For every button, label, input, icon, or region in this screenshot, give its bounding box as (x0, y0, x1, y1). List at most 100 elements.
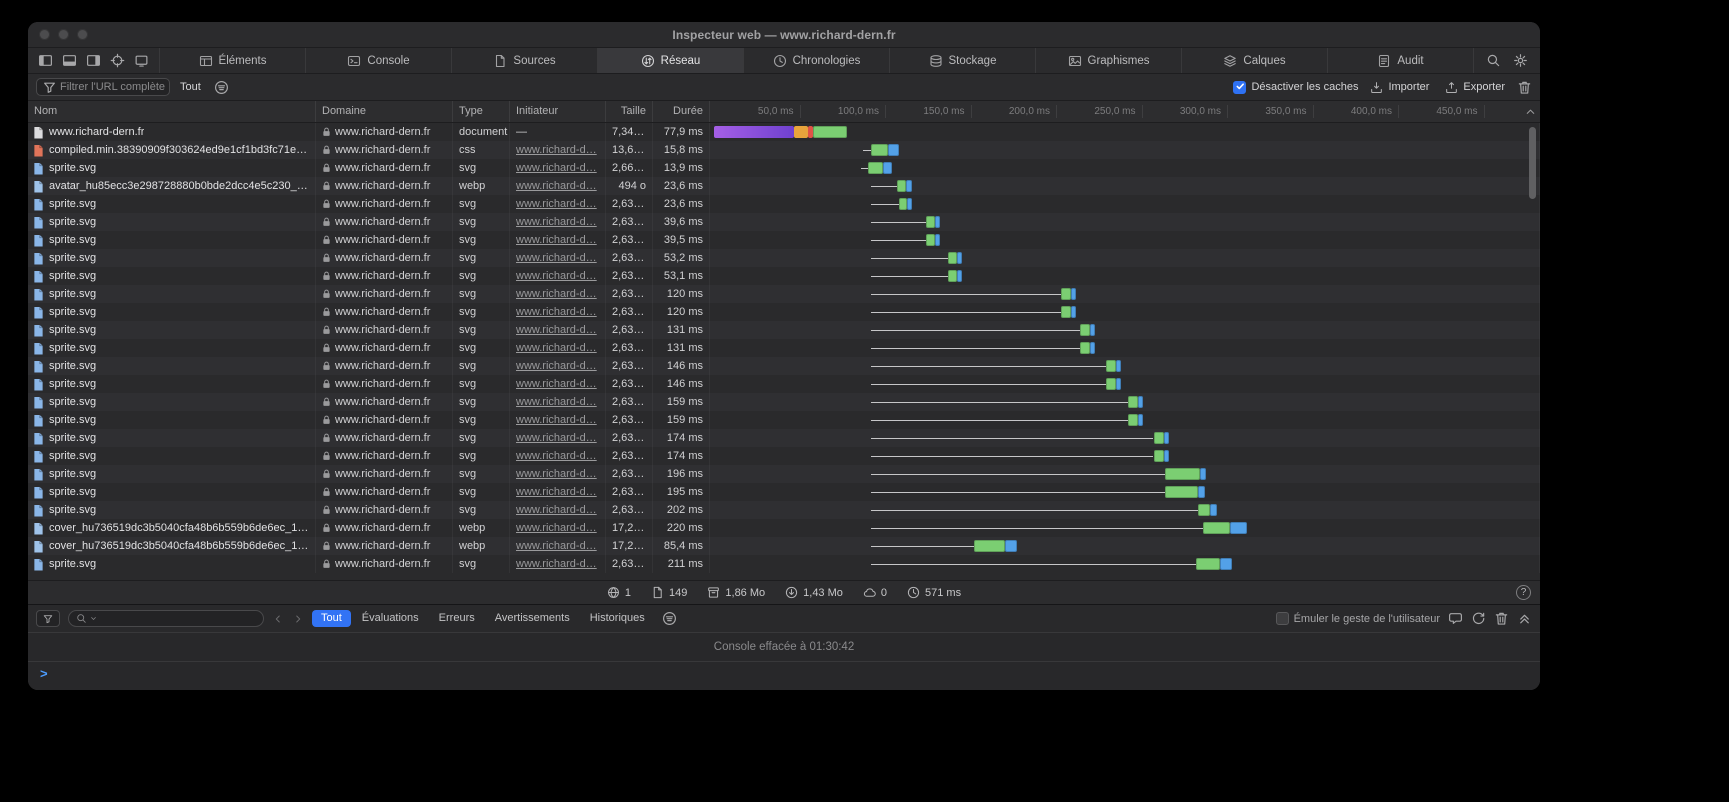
collapse-console-icon[interactable] (1517, 611, 1532, 626)
network-request-row[interactable]: sprite.svgwww.richard-dern.frsvgwww.rich… (28, 357, 1540, 375)
tab-audit[interactable]: Audit (1327, 48, 1473, 73)
initiator-link[interactable]: www.richard-d… (516, 198, 597, 210)
initiator-link[interactable]: www.richard-d… (516, 324, 597, 336)
column-header-domaine[interactable]: Domaine (316, 101, 453, 122)
tab-sources[interactable]: Sources (451, 48, 597, 73)
network-request-row[interactable]: sprite.svgwww.richard-dern.frsvgwww.rich… (28, 447, 1540, 465)
initiator-link[interactable]: www.richard-d… (516, 396, 597, 408)
initiator-link[interactable]: www.richard-d… (516, 468, 597, 480)
initiator-link[interactable]: www.richard-d… (516, 306, 597, 318)
initiator-link[interactable]: www.richard-d… (516, 252, 597, 264)
tab-calques[interactable]: Calques (1181, 48, 1327, 73)
search-icon[interactable] (1486, 53, 1501, 68)
network-request-row[interactable]: sprite.svgwww.richard-dern.frsvgwww.rich… (28, 393, 1540, 411)
dock-left-icon[interactable] (38, 53, 53, 68)
next-result-button[interactable] (292, 613, 304, 625)
network-request-row[interactable]: sprite.svgwww.richard-dern.frsvgwww.rich… (28, 249, 1540, 267)
tab-console[interactable]: Console (305, 48, 451, 73)
scrollbar-thumb[interactable] (1529, 127, 1536, 199)
console-tab-tout[interactable]: Tout (312, 610, 351, 627)
network-request-row[interactable]: sprite.svgwww.richard-dern.frsvgwww.rich… (28, 501, 1540, 519)
responsive-mode-icon[interactable] (134, 53, 149, 68)
url-filter-input[interactable]: Filtrer l'URL complète (36, 78, 170, 96)
tab-reseau[interactable]: Réseau (597, 48, 743, 73)
console-prompt[interactable]: > (28, 662, 1540, 684)
minimize-button[interactable] (58, 29, 69, 40)
console-filter-options-button[interactable] (662, 611, 677, 626)
initiator-link[interactable]: www.richard-d… (516, 558, 597, 570)
previous-result-button[interactable] (272, 613, 284, 625)
reload-icon[interactable] (1471, 611, 1486, 626)
initiator-link[interactable]: www.richard-d… (516, 162, 597, 174)
network-request-row[interactable]: sprite.svgwww.richard-dern.frsvgwww.rich… (28, 555, 1540, 573)
initiator-link[interactable]: www.richard-d… (516, 540, 597, 552)
network-request-row[interactable]: sprite.svgwww.richard-dern.frsvgwww.rich… (28, 303, 1540, 321)
tab-chronologies[interactable]: Chronologies (743, 48, 889, 73)
initiator-link[interactable]: www.richard-d… (516, 288, 597, 300)
console-tab-evaluations[interactable]: Évaluations (353, 610, 428, 627)
column-header-type[interactable]: Type (453, 101, 510, 122)
initiator-link[interactable]: www.richard-d… (516, 270, 597, 282)
initiator-link[interactable]: www.richard-d… (516, 450, 597, 462)
network-request-row[interactable]: sprite.svgwww.richard-dern.frsvgwww.rich… (28, 429, 1540, 447)
console-tab-erreurs[interactable]: Erreurs (430, 610, 484, 627)
column-header-duree[interactable]: Durée (653, 101, 710, 122)
network-request-row[interactable]: sprite.svgwww.richard-dern.frsvgwww.rich… (28, 321, 1540, 339)
initiator-link[interactable]: www.richard-d… (516, 486, 597, 498)
network-request-row[interactable]: sprite.svgwww.richard-dern.frsvgwww.rich… (28, 465, 1540, 483)
network-request-row[interactable]: www.richard-dern.frwww.richard-dern.frdo… (28, 123, 1540, 141)
emulate-user-gesture-toggle[interactable]: Émuler le geste de l'utilisateur (1276, 612, 1440, 625)
tab-stockage[interactable]: Stockage (889, 48, 1035, 73)
console-search-input[interactable] (68, 610, 264, 627)
dock-right-icon[interactable] (86, 53, 101, 68)
network-request-row[interactable]: avatar_hu85ecc3e298728880b0bde2dcc4e5c23… (28, 177, 1540, 195)
initiator-link[interactable]: www.richard-d… (516, 522, 597, 534)
zoom-button[interactable] (77, 29, 88, 40)
initiator-link[interactable]: www.richard-d… (516, 144, 597, 156)
gear-icon[interactable] (1513, 53, 1528, 68)
help-button[interactable]: ? (1516, 585, 1531, 600)
network-request-row[interactable]: sprite.svgwww.richard-dern.frsvgwww.rich… (28, 411, 1540, 429)
column-header-initiateur[interactable]: Initiateur (510, 101, 606, 122)
network-request-row[interactable]: cover_hu736519dc3b5040cfa48b6b559b6de6ec… (28, 519, 1540, 537)
type-filter-dropdown[interactable]: Tout (178, 81, 206, 93)
dock-bottom-icon[interactable] (62, 53, 77, 68)
network-request-row[interactable]: sprite.svgwww.richard-dern.frsvgwww.rich… (28, 267, 1540, 285)
close-button[interactable] (39, 29, 50, 40)
initiator-link[interactable]: www.richard-d… (516, 414, 597, 426)
header-chevron-icon[interactable] (1524, 105, 1537, 123)
network-request-row[interactable]: sprite.svgwww.richard-dern.frsvgwww.rich… (28, 339, 1540, 357)
initiator-link[interactable]: www.richard-d… (516, 504, 597, 516)
network-request-row[interactable]: compiled.min.38390909f303624ed9e1cf1bd3f… (28, 141, 1540, 159)
clear-network-button[interactable] (1517, 80, 1532, 95)
filter-options-button[interactable] (214, 80, 229, 95)
export-button[interactable]: Exporter (1441, 81, 1509, 94)
network-request-row[interactable]: sprite.svgwww.richard-dern.frsvgwww.rich… (28, 375, 1540, 393)
network-request-row[interactable]: cover_hu736519dc3b5040cfa48b6b559b6de6ec… (28, 537, 1540, 555)
console-drawer-button[interactable] (36, 610, 60, 627)
network-request-row[interactable]: sprite.svgwww.richard-dern.frsvgwww.rich… (28, 159, 1540, 177)
element-picker-icon[interactable] (110, 53, 125, 68)
disable-caches-toggle[interactable]: Désactiver les caches (1233, 81, 1358, 94)
console-messages-icon[interactable] (1448, 611, 1463, 626)
column-header-taille[interactable]: Taille (606, 101, 653, 122)
import-button[interactable]: Importer (1366, 81, 1433, 94)
initiator-link[interactable]: www.richard-d… (516, 234, 597, 246)
network-request-row[interactable]: sprite.svgwww.richard-dern.frsvgwww.rich… (28, 285, 1540, 303)
console-tab-historiques[interactable]: Historiques (581, 610, 654, 627)
tab-graphismes[interactable]: Graphismes (1035, 48, 1181, 73)
network-request-row[interactable]: sprite.svgwww.richard-dern.frsvgwww.rich… (28, 213, 1540, 231)
clear-console-icon[interactable] (1494, 611, 1509, 626)
disable-caches-checkbox[interactable] (1233, 81, 1246, 94)
network-request-row[interactable]: sprite.svgwww.richard-dern.frsvgwww.rich… (28, 483, 1540, 501)
initiator-link[interactable]: www.richard-d… (516, 360, 597, 372)
initiator-link[interactable]: www.richard-d… (516, 342, 597, 354)
emulate-checkbox[interactable] (1276, 612, 1289, 625)
tab-elements[interactable]: Éléments (159, 48, 305, 73)
initiator-link[interactable]: www.richard-d… (516, 216, 597, 228)
network-request-row[interactable]: sprite.svgwww.richard-dern.frsvgwww.rich… (28, 195, 1540, 213)
initiator-link[interactable]: www.richard-d… (516, 432, 597, 444)
initiator-link[interactable]: www.richard-d… (516, 378, 597, 390)
column-header-nom[interactable]: Nom (28, 101, 316, 122)
console-tab-avertissements[interactable]: Avertissements (486, 610, 579, 627)
